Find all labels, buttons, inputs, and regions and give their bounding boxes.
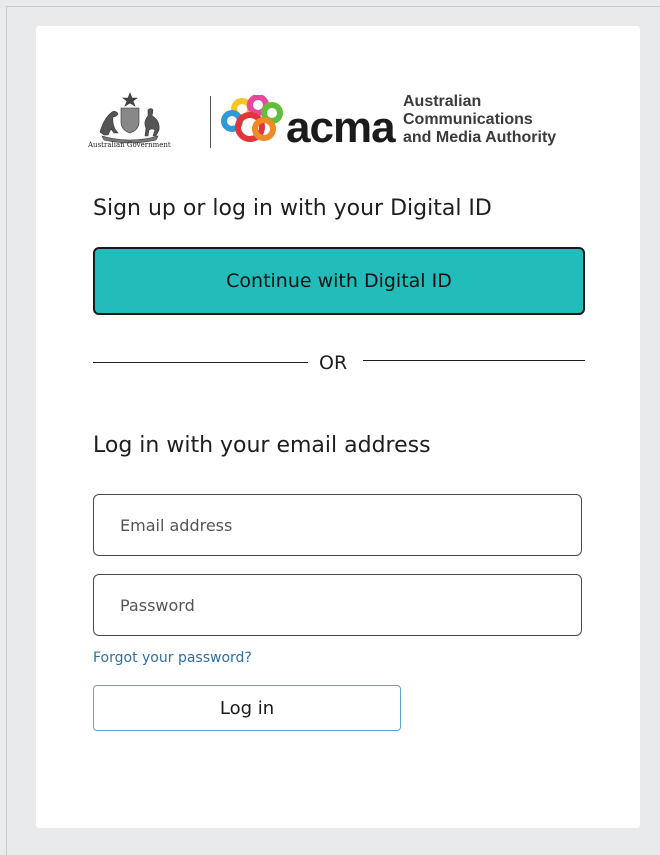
acma-rings-icon [221,95,283,142]
continue-with-digital-id-button[interactable]: Continue with Digital ID [93,247,585,315]
digital-id-heading: Sign up or log in with your Digital ID [93,196,492,221]
acma-wordmark: acma [286,103,396,152]
acma-full-name: Australian Communications and Media Auth… [403,93,556,147]
email-login-heading: Log in with your email address [93,433,431,458]
password-field-container [93,574,582,636]
separator-line-left [93,362,308,363]
email-field[interactable] [94,495,581,555]
email-field-container [93,494,582,556]
login-card: Australian Government acma Australian Co… [36,26,640,828]
logo-divider [210,96,211,148]
separator-line-right [363,360,585,361]
acma-name-line: Australian [403,93,482,110]
logo-header: Australian Government acma Australian Co… [88,90,588,156]
or-separator: OR [93,352,585,376]
government-label: Australian Government [88,141,171,149]
forgot-password-link[interactable]: Forgot your password? [93,650,252,666]
acma-name-line: and Media Authority [403,129,557,146]
or-label: OR [319,352,348,374]
password-field[interactable] [94,575,581,635]
login-button[interactable]: Log in [93,685,401,731]
acma-name-line: Communications [403,111,533,128]
